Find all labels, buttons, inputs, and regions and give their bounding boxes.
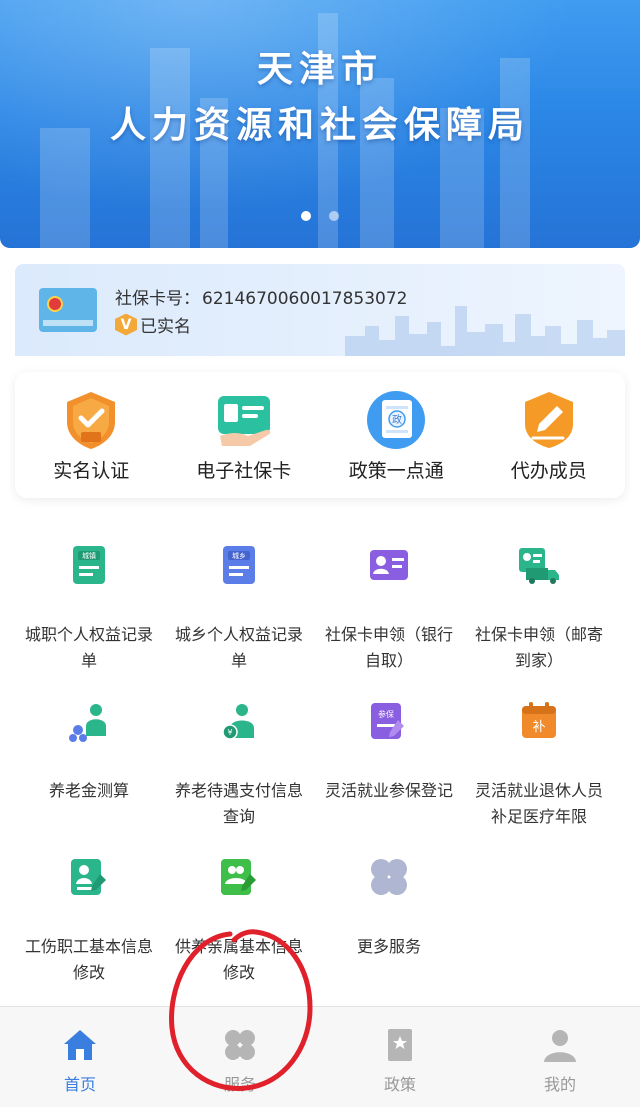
verify-shield-icon xyxy=(67,392,116,449)
service-item[interactable]: 城镇 城职个人权益记录单 xyxy=(14,544,164,670)
service-label: 工伤职工基本信息修改 xyxy=(24,937,153,982)
quick-item-label: 电子社保卡 xyxy=(196,460,292,482)
service-item[interactable]: 社保卡申领（银行自取） xyxy=(314,544,464,670)
service-item[interactable]: 供养亲属基本信息修改 xyxy=(164,856,314,982)
service-item[interactable]: 补 灵活就业退休人员补足医疗年限 xyxy=(464,700,614,826)
profile-icon xyxy=(544,1030,576,1062)
card-apply-bank-icon xyxy=(370,550,408,580)
tab-label: 首页 xyxy=(63,1075,96,1094)
tab-profile[interactable]: 我的 xyxy=(480,1007,640,1107)
social-security-card[interactable]: 社保卡号： 6214670060017853072 V 已实名 xyxy=(15,264,625,356)
service-label: 社保卡申领（银行自取） xyxy=(324,625,453,670)
service-label: 灵活就业退休人员补足医疗年限 xyxy=(474,781,603,826)
service-label: 养老待遇支付信息查询 xyxy=(174,781,303,826)
verified-text: 已实名 xyxy=(140,317,191,337)
injury-edit-icon xyxy=(71,859,106,895)
service-label: 更多服务 xyxy=(356,937,421,956)
urban-record-icon: 城镇 xyxy=(73,546,105,584)
policy-doc-icon: 政 xyxy=(367,391,426,449)
rural-record-icon: 城乡 xyxy=(223,546,255,584)
pension-calc-icon xyxy=(69,704,106,742)
banner-title-line2: 人力资源和社会保障局 xyxy=(109,105,530,146)
social-security-card-icon xyxy=(39,288,97,332)
card-number-label: 社保卡号： xyxy=(115,289,200,309)
quick-item-label: 政策一点通 xyxy=(348,460,444,482)
bottom-tab-bar: 首页 服务 政策 我的 xyxy=(0,1006,640,1107)
tab-label: 服务 xyxy=(223,1075,256,1094)
tab-policy[interactable]: 政策 xyxy=(320,1007,480,1107)
services-icon xyxy=(225,1030,255,1060)
svg-text:政: 政 xyxy=(392,413,402,426)
retiree-supplement-icon: 补 xyxy=(522,702,556,738)
policy-icon xyxy=(388,1029,412,1061)
service-item[interactable]: ¥ 养老待遇支付信息查询 xyxy=(164,700,314,826)
service-item[interactable]: 工伤职工基本信息修改 xyxy=(14,856,164,982)
tab-services[interactable]: 服务 xyxy=(160,1007,320,1107)
tab-label: 政策 xyxy=(383,1075,416,1094)
quick-menu: 实名认证 电子社保卡 政 政策一点通 代办成员 xyxy=(15,372,625,498)
verified-badge-icon: V xyxy=(115,313,137,336)
service-item[interactable]: 更多服务 xyxy=(314,856,464,966)
flexible-enroll-icon: 参保 xyxy=(371,703,404,739)
service-label: 供养亲属基本信息修改 xyxy=(174,937,303,982)
top-banner[interactable]: 天津市 人力资源和社会保障局 xyxy=(0,0,640,248)
tab-label: 我的 xyxy=(543,1075,576,1094)
quick-item-label: 实名认证 xyxy=(53,460,130,482)
carousel-dot[interactable] xyxy=(329,211,339,221)
service-label: 城职个人权益记录单 xyxy=(24,625,153,670)
home-icon xyxy=(64,1030,96,1060)
quick-item-real-name[interactable]: 实名认证 xyxy=(15,372,168,498)
more-services-icon xyxy=(371,859,407,895)
pension-payment-icon: ¥ xyxy=(222,704,254,740)
svg-text:城乡: 城乡 xyxy=(232,552,246,560)
service-item[interactable]: 社保卡申领（邮寄到家） xyxy=(464,544,614,670)
service-item[interactable]: 养老金测算 xyxy=(14,700,164,810)
service-label: 灵活就业参保登记 xyxy=(324,781,453,800)
service-label: 养老金测算 xyxy=(48,781,129,800)
card-number: 社保卡号： 6214670060017853072 xyxy=(115,284,408,309)
quick-item-e-card[interactable]: 电子社保卡 xyxy=(168,372,321,498)
e-card-icon xyxy=(217,396,270,446)
dependent-edit-icon xyxy=(221,859,256,895)
card-apply-mail-icon xyxy=(519,548,559,584)
svg-text:¥: ¥ xyxy=(227,728,232,737)
tab-home[interactable]: 首页 xyxy=(0,1007,160,1107)
service-label: 城乡个人权益记录单 xyxy=(174,625,303,670)
verification-status: V 已实名 xyxy=(115,312,191,337)
carousel-dot[interactable] xyxy=(301,211,311,221)
svg-text:补: 补 xyxy=(532,720,545,735)
quick-item-proxy[interactable]: 代办成员 xyxy=(473,372,626,498)
quick-item-label: 代办成员 xyxy=(510,460,587,482)
svg-text:城镇: 城镇 xyxy=(82,551,96,560)
quick-item-policy[interactable]: 政 政策一点通 xyxy=(320,372,473,498)
proxy-pen-icon xyxy=(524,392,573,448)
service-item[interactable]: 参保 灵活就业参保登记 xyxy=(314,700,464,810)
banner-title-line1: 天津市 xyxy=(256,49,383,90)
svg-text:参保: 参保 xyxy=(378,709,394,719)
service-item[interactable]: 城乡 城乡个人权益记录单 xyxy=(164,544,314,670)
service-label: 社保卡申领（邮寄到家） xyxy=(474,625,603,670)
carousel-dots xyxy=(0,211,640,221)
card-number-value: 6214670060017853072 xyxy=(202,289,408,309)
